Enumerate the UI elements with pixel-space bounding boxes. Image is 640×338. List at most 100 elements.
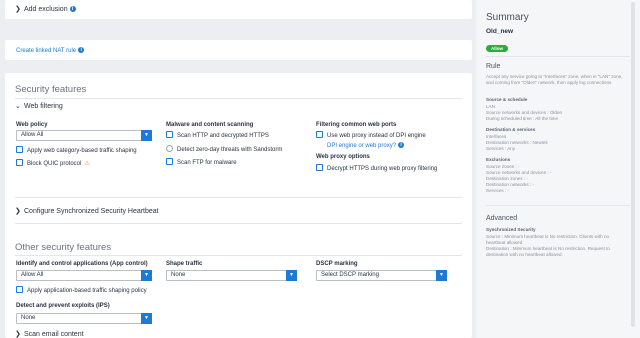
web-filtering-label: Web filtering [24, 103, 63, 110]
ips-label: Detect and prevent exploits (IPS) [16, 303, 110, 309]
exclusions-line: Services : - [486, 188, 509, 193]
dpi-or-proxy-label: DPI engine or web proxy? [327, 143, 397, 149]
chevron-down-icon: ▼ [141, 313, 152, 324]
dest-services-line: Destination networks : Newtek [486, 140, 548, 145]
dscp-label: DSCP marking [316, 261, 358, 267]
radio-button[interactable] [166, 145, 173, 152]
chevron-down-icon: ⌄ [15, 103, 21, 110]
nat-card: Create linked NAT rule i [5, 40, 472, 60]
app-control-select[interactable]: Allow All ▼ [16, 270, 152, 281]
rule-title: Rule [486, 63, 501, 70]
source-schedule-line: Source networks and devices : Olden [486, 110, 563, 115]
status-badge: Allow [486, 45, 508, 52]
sync-security-line: Destination : Minimum heartbeat is No re… [486, 246, 610, 257]
shape-traffic-label: Shape traffic [166, 261, 203, 267]
use-proxy-label: Use web proxy instead of DPI engine [327, 133, 426, 139]
checkbox-box[interactable] [16, 146, 23, 153]
security-features-title: Security features [15, 84, 87, 95]
checkbox-box[interactable] [166, 131, 173, 138]
sync-security-title: Synchronized Security [486, 227, 536, 232]
app-shaping-label: Apply application-based traffic shaping … [27, 288, 147, 294]
ips-select[interactable]: None ▼ [16, 313, 152, 324]
block-quic-checkbox[interactable]: Block QUIC protocol ⚠ [16, 159, 90, 167]
chevron-down-icon: ▼ [286, 270, 297, 281]
checkbox-box[interactable] [316, 164, 323, 171]
exclusions-line: Source zones : - [486, 164, 520, 169]
apply-shaping-checkbox[interactable]: Apply web category-based traffic shaping [16, 146, 137, 154]
use-proxy-checkbox[interactable]: Use web proxy instead of DPI engine [316, 131, 426, 139]
divider [486, 205, 630, 206]
summary-sidebar: Summary Old_new Allow Rule Accept any se… [476, 0, 640, 338]
web-policy-label: Web policy [16, 122, 48, 128]
security-features-card: Security features ⌄ Web filtering Web pol… [5, 73, 472, 338]
app-control-value: Allow All [21, 272, 44, 278]
checkbox-box[interactable] [16, 286, 23, 293]
dscp-value: Select DSCP marking [321, 272, 379, 278]
scan-email-toggle[interactable]: ❯ Scan email content [15, 330, 84, 338]
apply-shaping-label: Apply web category-based traffic shaping [27, 148, 137, 154]
dest-services-title: Destination & services [486, 127, 536, 132]
source-schedule-line: LAN [486, 104, 495, 109]
divider [15, 197, 462, 198]
block-quic-label: Block QUIC protocol [27, 161, 82, 167]
exclusion-card: ❯ Add exclusion i [5, 0, 472, 19]
exclusions-line: Destination zones : - [486, 176, 528, 181]
summary-title: Summary [486, 12, 529, 23]
sync-security-line: Source : Minimum heartbeat is No restric… [486, 234, 610, 245]
add-exclusion-label: Add exclusion [24, 6, 68, 13]
chevron-down-icon: ▼ [141, 270, 152, 281]
scan-http-label: Scan HTTP and decrypted HTTPS [177, 133, 269, 139]
exclusions-line: Destination networks : - [486, 182, 534, 187]
malware-scanning-title: Malware and content scanning [166, 122, 254, 128]
info-icon: i [69, 6, 76, 12]
scan-ftp-label: Scan FTP for malware [177, 160, 237, 166]
create-nat-rule-label: Create linked NAT rule [16, 48, 77, 54]
dpi-or-proxy-link[interactable]: DPI engine or web proxy? i [327, 142, 405, 149]
decrypt-https-checkbox[interactable]: Decrypt HTTPS during web proxy filtering [316, 164, 437, 172]
divider [15, 255, 462, 256]
chevron-right-icon: ❯ [15, 208, 21, 215]
divider [15, 98, 462, 99]
scan-email-label: Scan email content [24, 331, 84, 338]
action-badge-wrap: Allow [486, 37, 508, 55]
advanced-title: Advanced [486, 215, 518, 222]
checkbox-box[interactable] [16, 159, 23, 166]
rule-description: Accept any service going to "Interfaces"… [486, 74, 623, 85]
heartbeat-label: Configure Synchronized Security Heartbea… [24, 208, 159, 215]
rule-name: Old_new [486, 28, 514, 35]
web-filtering-toggle[interactable]: ⌄ Web filtering [15, 102, 63, 110]
dscp-select[interactable]: Select DSCP marking ▼ [316, 270, 447, 281]
shape-traffic-select[interactable]: None ▼ [166, 270, 297, 281]
dest-services-line: Services : Any [486, 146, 516, 151]
checkbox-box[interactable] [316, 131, 323, 138]
heartbeat-toggle[interactable]: ❯ Configure Synchronized Security Heartbe… [15, 207, 159, 215]
other-security-title: Other security features [15, 242, 112, 253]
divider [486, 56, 630, 57]
create-nat-rule-link[interactable]: Create linked NAT rule i [16, 47, 85, 54]
app-control-label: Identify and control applications (App c… [16, 261, 148, 267]
checkbox-box[interactable] [166, 158, 173, 165]
dest-services-line: Interfaces [486, 134, 507, 139]
zero-day-label: Detect zero-day threats with Sandstorm [177, 147, 283, 153]
ips-value: None [21, 315, 36, 321]
web-policy-select[interactable]: Allow All ▼ [16, 130, 152, 141]
app-shaping-checkbox[interactable]: Apply application-based traffic shaping … [16, 286, 147, 294]
chevron-down-icon: ▼ [141, 130, 152, 141]
info-icon: i [78, 47, 85, 53]
scan-http-checkbox[interactable]: Scan HTTP and decrypted HTTPS [166, 131, 269, 139]
zero-day-radio[interactable]: Detect zero-day threats with Sandstorm [166, 145, 282, 153]
scan-ftp-checkbox[interactable]: Scan FTP for malware [166, 158, 237, 166]
warning-icon: ⚠ [84, 161, 90, 167]
source-schedule-line: During scheduled time : All the time [486, 116, 559, 121]
web-proxy-options-title: Web proxy options [316, 154, 370, 160]
chevron-down-icon: ▼ [436, 270, 447, 281]
source-schedule-title: Source & schedule [486, 97, 528, 102]
divider [15, 223, 462, 224]
chevron-right-icon: ❯ [15, 331, 21, 338]
chevron-right-icon: ❯ [15, 6, 21, 13]
decrypt-https-label: Decrypt HTTPS during web proxy filtering [327, 166, 438, 172]
scrollbar[interactable] [631, 2, 635, 327]
web-policy-value: Allow All [21, 132, 44, 138]
add-exclusion-toggle[interactable]: ❯ Add exclusion i [15, 5, 76, 13]
exclusions-title: Exclusions [486, 157, 511, 162]
